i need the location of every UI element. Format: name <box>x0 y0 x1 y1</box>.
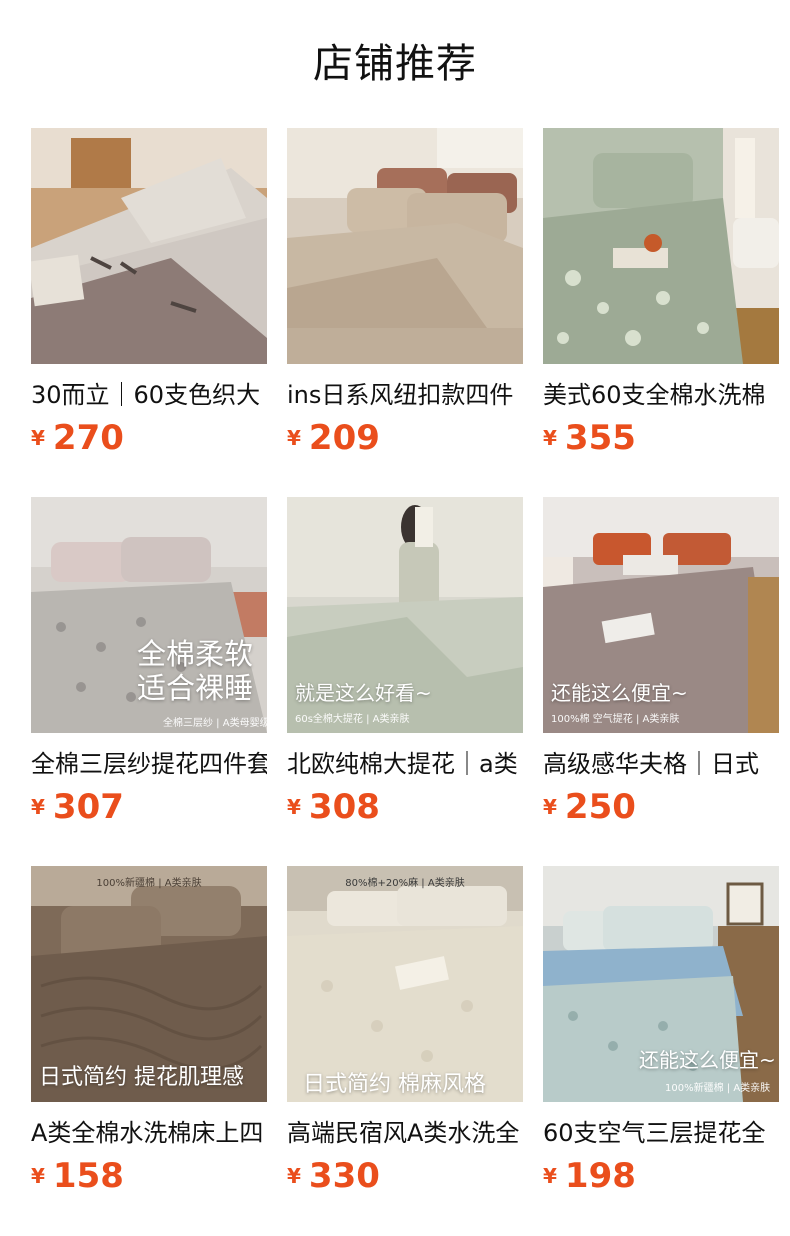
overlay-caption: 60s全棉大提花 | A类亲肤 <box>295 714 410 725</box>
currency-symbol: ¥ <box>543 1164 557 1188</box>
overlay-caption: 全棉三层纱 | A类母婴级 <box>163 718 267 729</box>
product-price: ¥355 <box>543 418 636 458</box>
product-image[interactable]: 100%新疆棉 | A类亲肤 日式简约 提花肌理感 <box>31 866 267 1102</box>
currency-symbol: ¥ <box>287 1164 301 1188</box>
overlay-headline: 日式简约 棉麻风格 <box>303 1072 486 1097</box>
overlay-headline: 日式简约 提花肌理感 <box>39 1065 244 1090</box>
overlay-caption: 100%新疆棉 | A类亲肤 <box>665 1083 771 1094</box>
price-value: 308 <box>308 787 380 827</box>
product-name[interactable]: ins日系风纽扣款四件 <box>287 378 523 412</box>
price-value: 355 <box>564 418 636 458</box>
overlay-headline: 还能这么便宜~ <box>551 681 688 705</box>
product-price: ¥198 <box>543 1156 636 1196</box>
product-name[interactable]: 60支空气三层提花全 <box>543 1116 779 1150</box>
product-price: ¥158 <box>31 1156 124 1196</box>
product-card[interactable]: 还能这么便宜~ 100%新疆棉 | A类亲肤 60支空气三层提花全 ¥198 <box>543 866 779 1196</box>
product-image[interactable]: 还能这么便宜~ 100%棉 空气提花 | A类亲肤 <box>543 497 779 733</box>
product-name[interactable]: 高端民宿风A类水洗全 <box>287 1116 523 1150</box>
product-card[interactable]: 30而立｜60支色织大 ¥270 <box>31 128 267 458</box>
product-name[interactable]: 美式60支全棉水洗棉 <box>543 378 779 412</box>
price-value: 330 <box>308 1156 380 1196</box>
overlay-headline: 就是这么好看~ <box>295 681 432 705</box>
currency-symbol: ¥ <box>543 426 557 450</box>
product-image[interactable]: 就是这么好看~ 60s全棉大提花 | A类亲肤 <box>287 497 523 733</box>
product-card[interactable]: 美式60支全棉水洗棉 ¥355 <box>543 128 779 458</box>
product-price: ¥250 <box>543 787 636 827</box>
currency-symbol: ¥ <box>287 795 301 819</box>
product-price: ¥270 <box>31 418 124 458</box>
product-price: ¥307 <box>31 787 124 827</box>
currency-symbol: ¥ <box>543 795 557 819</box>
product-image[interactable]: 全棉柔软 适合裸睡 全棉三层纱 | A类母婴级 <box>31 497 267 733</box>
product-card[interactable]: 100%新疆棉 | A类亲肤 日式简约 提花肌理感 A类全棉水洗棉床上四 ¥15… <box>31 866 267 1196</box>
price-value: 158 <box>52 1156 124 1196</box>
currency-symbol: ¥ <box>31 795 45 819</box>
currency-symbol: ¥ <box>31 426 45 450</box>
product-name[interactable]: A类全棉水洗棉床上四 <box>31 1116 267 1150</box>
product-image[interactable] <box>31 128 267 364</box>
product-card[interactable]: 还能这么便宜~ 100%棉 空气提花 | A类亲肤 高级感华夫格｜日式 ¥250 <box>543 497 779 827</box>
overlay-headline: 全棉柔软 <box>137 637 254 671</box>
price-value: 307 <box>52 787 124 827</box>
price-value: 250 <box>564 787 636 827</box>
product-image[interactable] <box>543 128 779 364</box>
product-name[interactable]: 北欧纯棉大提花｜a类 <box>287 747 523 781</box>
price-value: 270 <box>52 418 124 458</box>
overlay-headline: 还能这么便宜~ <box>639 1048 776 1072</box>
overlay-headline-2: 适合裸睡 <box>137 671 254 705</box>
product-card[interactable]: ins日系风纽扣款四件 ¥209 <box>287 128 523 458</box>
overlay-topline: 80%棉+20%麻 | A类亲肤 <box>345 878 465 889</box>
product-price: ¥308 <box>287 787 380 827</box>
product-price: ¥209 <box>287 418 380 458</box>
product-price: ¥330 <box>287 1156 380 1196</box>
overlay-caption: 100%棉 空气提花 | A类亲肤 <box>551 714 680 725</box>
product-card[interactable]: 全棉柔软 适合裸睡 全棉三层纱 | A类母婴级 全棉三层纱提花四件套 ¥307 <box>31 497 267 827</box>
price-value: 209 <box>308 418 380 458</box>
section-title: 店铺推荐 <box>313 41 477 87</box>
product-name[interactable]: 高级感华夫格｜日式 <box>543 747 779 781</box>
product-image[interactable] <box>287 128 523 364</box>
product-name[interactable]: 全棉三层纱提花四件套 <box>31 747 267 781</box>
product-card[interactable]: 80%棉+20%麻 | A类亲肤 日式简约 棉麻风格 高端民宿风A类水洗全 ¥3… <box>287 866 523 1196</box>
product-name[interactable]: 30而立｜60支色织大 <box>31 378 267 412</box>
price-value: 198 <box>564 1156 636 1196</box>
product-image[interactable]: 80%棉+20%麻 | A类亲肤 日式简约 棉麻风格 <box>287 866 523 1102</box>
product-image[interactable]: 还能这么便宜~ 100%新疆棉 | A类亲肤 <box>543 866 779 1102</box>
overlay-topline: 100%新疆棉 | A类亲肤 <box>96 878 202 889</box>
currency-symbol: ¥ <box>287 426 301 450</box>
currency-symbol: ¥ <box>31 1164 45 1188</box>
product-card[interactable]: 就是这么好看~ 60s全棉大提花 | A类亲肤 北欧纯棉大提花｜a类 ¥308 <box>287 497 523 827</box>
